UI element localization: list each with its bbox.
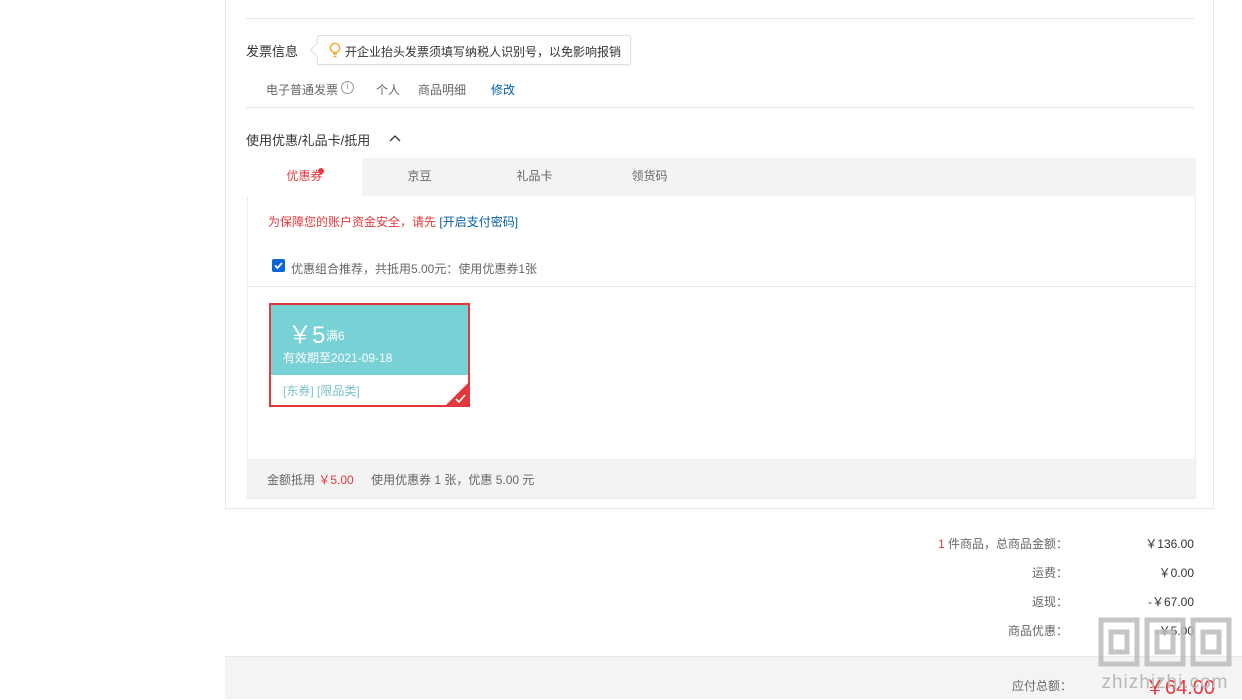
discount-summary: 金额抵用 ￥5.00 使用优惠券 1 张，优惠 5.00 元 (248, 459, 1195, 498)
notification-dot-icon (318, 168, 324, 174)
security-warning: 为保障您的账户资金安全，请先 [开启支付密码] (268, 213, 518, 230)
tab-gift-card[interactable]: 礼品卡 (477, 158, 592, 196)
discount-tabs: 优惠券 京豆 礼品卡 领货码 (247, 158, 1196, 196)
items-label-text: 件商品，总商品金额： (947, 537, 1068, 551)
coupon-condition: 满6 (326, 329, 345, 343)
checkmark-icon (274, 262, 283, 270)
discount-summary-text: 金额抵用 ￥5.00 使用优惠券 1 张，优惠 5.00 元 (267, 471, 534, 488)
total-items-label: 1 件商品，总商品金额： (938, 535, 1068, 552)
watermark-text: zhizhizhi.com (1101, 672, 1229, 693)
invoice-content: 商品明细 (418, 83, 467, 97)
summary-amount: ￥5.00 (318, 473, 354, 487)
combo-checkbox[interactable] (272, 259, 285, 272)
chevron-up-icon[interactable] (388, 133, 402, 143)
tab-coupon[interactable]: 优惠券 (247, 158, 362, 196)
invoice-holder: 个人 (376, 83, 401, 97)
summary-detail: 使用优惠券 1 张，优惠 5.00 元 (371, 473, 535, 487)
security-warning-text: 为保障您的账户资金安全，请先 (268, 215, 437, 229)
invoice-edit-link[interactable]: 修改 (491, 81, 515, 98)
tab-jingdou[interactable]: 京豆 (362, 158, 477, 196)
payable-label: 应付总额： (1012, 679, 1073, 693)
info-icon[interactable]: i (341, 81, 354, 94)
coupon-card-header: ￥5 满6 有效期至2021-09-18 (271, 305, 468, 375)
site-watermark: zhizhizhi.com (1095, 612, 1235, 698)
invoice-type: 电子普通发票 (266, 83, 339, 97)
divider (246, 18, 1194, 19)
payable-bar: 应付总额： ￥64.00 (225, 656, 1242, 699)
divider (248, 286, 1195, 287)
summary-prefix: 金额抵用 (267, 473, 316, 487)
coupon-card[interactable]: ￥5 满6 有效期至2021-09-18 [东券] [限品类] (269, 303, 470, 407)
lightbulb-icon (329, 42, 341, 58)
enable-pay-password-link[interactable]: [开启支付密码] (439, 215, 518, 229)
promo-label: 商品优惠： (1007, 624, 1068, 638)
cashback-value: -￥67.00 (1147, 595, 1194, 609)
total-items-value: ￥136.00 (1145, 537, 1194, 551)
coupon-panel: 为保障您的账户资金安全，请先 [开启支付密码] 优惠组合推荐，共抵用5.00元：… (247, 196, 1196, 499)
combo-text: 优惠组合推荐，共抵用5.00元：使用优惠券1张 (291, 262, 538, 276)
watermark-logo-icon (1098, 617, 1232, 667)
discount-section-toggle[interactable]: 使用优惠/礼品卡/抵用 (246, 130, 370, 149)
selected-check-icon (446, 383, 468, 405)
order-panel: 发票信息 开企业抬头发票须填写纳税人识别号，以免影响报销 电子普通发票 i 个人… (225, 0, 1214, 509)
cashback-label: 返现： (1031, 595, 1068, 609)
invoice-title: 发票信息 (246, 44, 299, 59)
divider (246, 107, 1194, 108)
invoice-tip-text: 开企业抬头发票须填写纳税人识别号，以免影响报销 (345, 45, 622, 59)
coupon-tags: [东券] [限品类] (283, 384, 360, 398)
item-count: 1 (937, 537, 945, 551)
invoice-tip: 开企业抬头发票须填写纳税人识别号，以免影响报销 (317, 35, 631, 65)
coupon-validity: 有效期至2021-09-18 (283, 351, 393, 365)
coupon-amount: ￥5 (288, 322, 326, 349)
shipping-value: ￥0.00 (1158, 566, 1194, 580)
tab-pickup-code[interactable]: 领货码 (592, 158, 707, 196)
shipping-label: 运费： (1031, 566, 1068, 580)
